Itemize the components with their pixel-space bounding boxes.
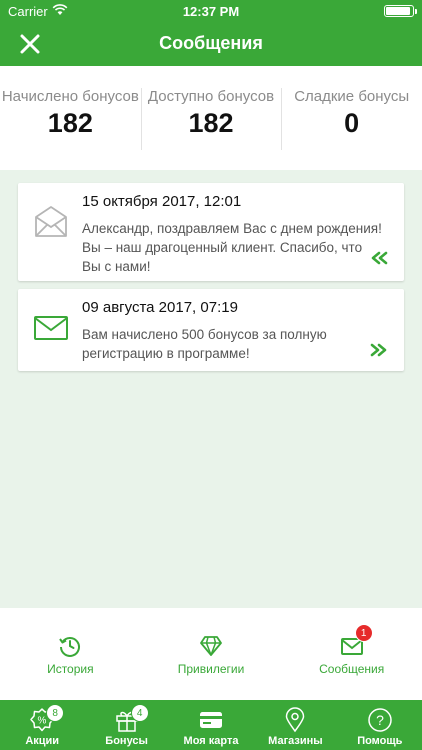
- envelope-open-icon: [35, 206, 67, 237]
- tab-label: Моя карта: [183, 735, 239, 747]
- tab-label: Бонусы: [105, 735, 148, 747]
- svg-text:?: ?: [376, 712, 384, 728]
- tab-promotions[interactable]: % 8 Акции: [0, 700, 84, 750]
- subnav-privileges[interactable]: Привилегии: [141, 608, 282, 700]
- subnav-label: История: [47, 662, 94, 676]
- message-date: 15 октября 2017, 12:01: [82, 193, 242, 210]
- stat-value: 0: [344, 108, 360, 138]
- map-pin-icon: [286, 707, 305, 733]
- message-card[interactable]: 15 октября 2017, 12:01 Александр, поздра…: [18, 183, 404, 281]
- tab-bonuses[interactable]: 4 Бонусы: [84, 700, 168, 750]
- help-icon: ?: [368, 708, 392, 732]
- message-date: 09 августа 2017, 07:19: [82, 299, 238, 316]
- tab-label: Помощь: [357, 735, 403, 747]
- svg-text:%: %: [38, 716, 47, 727]
- unread-badge: 1: [354, 624, 373, 642]
- message-card[interactable]: 09 августа 2017, 07:19 Вам начислено 500…: [18, 289, 404, 371]
- message-text: Вам начислено 500 бонусов за полную реги…: [82, 327, 327, 361]
- stat-value: 182: [188, 108, 234, 138]
- stat-sweet: Сладкие бонусы 0: [281, 66, 422, 170]
- history-icon: [59, 637, 81, 657]
- status-time: 12:37 PM: [182, 4, 240, 19]
- double-chevron-right-icon[interactable]: [368, 343, 390, 357]
- tab-label: Акции: [25, 735, 60, 747]
- section-nav: История Привилегии 1 Сообщения: [0, 608, 422, 700]
- stat-value: 182: [47, 108, 93, 138]
- bonuses-badge: 4: [130, 704, 149, 722]
- tab-help[interactable]: ? Помощь: [338, 700, 422, 750]
- subnav-label: Привилегии: [177, 662, 245, 676]
- top-bar: Carrier 12:37 PM Сообщения: [0, 0, 422, 66]
- stat-available: Доступно бонусов 182: [140, 66, 282, 170]
- stat-label: Доступно бонусов: [147, 88, 275, 105]
- subnav-label: Сообщения: [319, 662, 385, 676]
- page-title: Сообщения: [159, 33, 263, 53]
- bonus-stats: Начислено бонусов 182 Доступно бонусов 1…: [0, 66, 422, 170]
- tab-my-card[interactable]: Моя карта: [169, 700, 253, 750]
- stat-accrued: Начислено бонусов 182: [0, 66, 141, 170]
- tab-label: Магазины: [268, 735, 323, 747]
- stat-label: Начислено бонусов: [1, 88, 139, 105]
- promotions-badge: 8: [46, 704, 65, 722]
- status-bar: Carrier 12:37 PM: [0, 0, 422, 22]
- subnav-history[interactable]: История: [0, 608, 141, 700]
- subnav-messages[interactable]: 1 Сообщения: [281, 608, 422, 700]
- double-chevron-left-icon[interactable]: [368, 251, 390, 265]
- tab-stores[interactable]: Магазины: [253, 700, 337, 750]
- diamond-icon: [200, 636, 222, 656]
- stat-label: Сладкие бонусы: [294, 88, 410, 105]
- card-icon: [200, 712, 223, 728]
- envelope-icon: [34, 316, 68, 340]
- message-text: Александр, поздравляем Вас с днем рожден…: [82, 221, 382, 274]
- tab-bar: % 8 Акции 4 Бонусы Моя карта Магазины ?: [0, 700, 422, 750]
- battery-icon: [384, 5, 417, 17]
